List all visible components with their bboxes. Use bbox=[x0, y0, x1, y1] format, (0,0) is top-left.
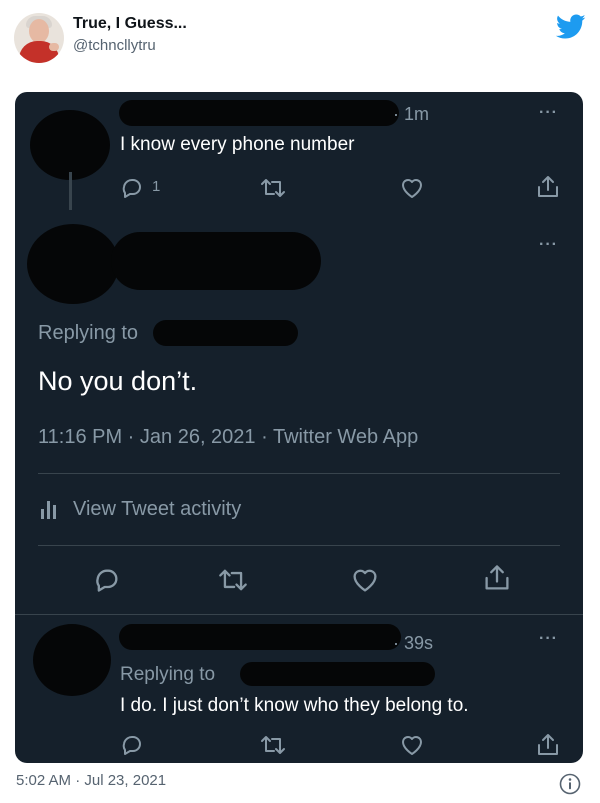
redacted-username bbox=[119, 624, 401, 650]
tweet-text: I know every phone number bbox=[120, 134, 355, 155]
embed-header: True, I Guess... @tchncllytru bbox=[0, 0, 600, 80]
replying-to-label: Replying to bbox=[38, 322, 139, 344]
redacted-avatar bbox=[27, 224, 119, 304]
account-name[interactable]: True, I Guess... bbox=[73, 15, 187, 33]
replying-to-label: Replying to bbox=[120, 664, 216, 685]
info-icon[interactable] bbox=[559, 773, 581, 795]
like-icon[interactable] bbox=[350, 566, 380, 594]
thread-line bbox=[69, 172, 72, 210]
redacted-mention bbox=[240, 662, 435, 686]
divider bbox=[38, 473, 560, 474]
embed-timestamp[interactable]: 5:02 AM · Jul 23, 2021 bbox=[16, 772, 166, 789]
more-options-icon[interactable]: ··· bbox=[539, 236, 558, 254]
redacted-username bbox=[119, 100, 399, 126]
view-activity-link[interactable]: View Tweet activity bbox=[73, 498, 241, 521]
reply-icon[interactable] bbox=[93, 566, 121, 594]
avatar-face bbox=[29, 19, 49, 43]
like-icon[interactable] bbox=[399, 733, 425, 757]
reply-time: · 39s bbox=[393, 633, 434, 653]
more-options-icon[interactable]: ··· bbox=[539, 630, 558, 648]
tweet-screenshot: · 1m ··· I know every phone number 1 ···… bbox=[15, 92, 583, 763]
retweet-icon[interactable] bbox=[260, 733, 286, 757]
redacted-username bbox=[111, 232, 321, 290]
share-icon[interactable] bbox=[483, 563, 511, 593]
divider bbox=[15, 614, 583, 615]
reply-count: 1 bbox=[152, 178, 161, 195]
redacted-mention bbox=[153, 320, 298, 346]
like-icon[interactable] bbox=[399, 176, 425, 200]
share-icon[interactable] bbox=[536, 174, 560, 200]
avatar[interactable] bbox=[14, 13, 64, 63]
tweet-meta: 11:16 PM · Jan 26, 2021 · Twitter Web Ap… bbox=[38, 426, 419, 448]
more-options-icon[interactable]: ··· bbox=[539, 104, 558, 122]
account-handle[interactable]: @tchncllytru bbox=[73, 37, 156, 54]
reply-icon[interactable] bbox=[120, 176, 144, 200]
redacted-avatar bbox=[33, 624, 111, 696]
share-icon[interactable] bbox=[536, 732, 560, 758]
divider bbox=[38, 545, 560, 546]
redacted-avatar bbox=[30, 110, 110, 180]
retweet-icon[interactable] bbox=[218, 566, 248, 594]
tweet-time: · 1m bbox=[393, 104, 429, 124]
twitter-bird-icon[interactable] bbox=[555, 14, 586, 40]
main-tweet-text: No you don’t. bbox=[38, 366, 198, 396]
avatar-hand bbox=[49, 43, 59, 51]
reply-icon[interactable] bbox=[120, 733, 144, 757]
analytics-icon[interactable] bbox=[40, 499, 58, 519]
retweet-icon[interactable] bbox=[260, 176, 286, 200]
reply-text: I do. I just don’t know who they belong … bbox=[120, 695, 469, 716]
